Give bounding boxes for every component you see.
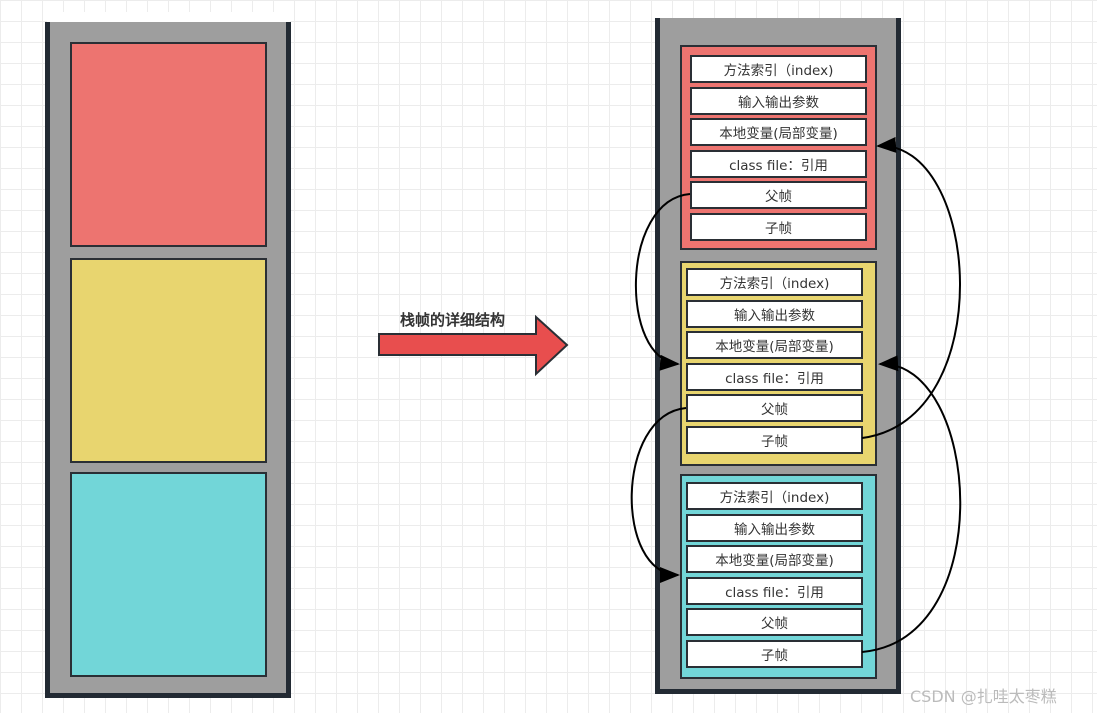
frame-links — [630, 137, 962, 653]
watermark: CSDN @扎哇太枣糕 — [910, 687, 1057, 706]
link-parent-red-to-yellow — [634, 193, 691, 371]
link-child-yellow-to-red — [861, 137, 961, 439]
link-child-cyan-to-yellow — [861, 355, 962, 653]
link-parent-yellow-to-cyan — [630, 407, 687, 583]
